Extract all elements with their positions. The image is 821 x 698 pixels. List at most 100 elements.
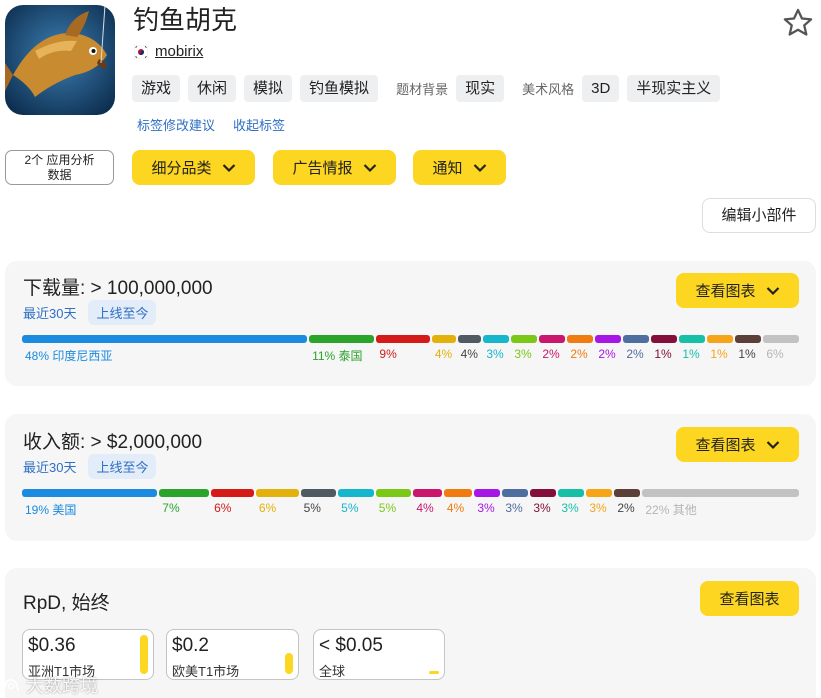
app-analysis-label: 2个 应用分析 (24, 153, 95, 167)
share-segment (707, 335, 734, 343)
share-label: 1% (654, 347, 672, 361)
watermark-logo-icon (3, 678, 19, 692)
rpd-label: 欧美T1市场 (172, 664, 240, 679)
share-segment (679, 335, 706, 343)
view-chart-button[interactable]: 查看图表 (676, 273, 799, 308)
share-segment (375, 489, 412, 497)
revenue-card: 收入额: > $2,000,000 最近30天 上线至今 查看图表 19% 美国… (5, 414, 816, 541)
share-label: 7% (162, 501, 180, 515)
downloads-title: 下载量: > 100,000,000 (23, 278, 213, 299)
revenue-share-bar: 19% 美国 7% 6% 6% 5% 5% 5% 4% 4% 3% 3% 3% 3% 3% 2% 22% 其他 (22, 489, 799, 519)
tag-genre[interactable]: 游戏 (132, 75, 181, 102)
share-label: 4% (434, 347, 453, 361)
app-analysis-label: 数据 (47, 168, 72, 182)
share-label: 3% (477, 501, 495, 515)
share-label: 4% (446, 501, 465, 515)
share-label: 2% (626, 347, 644, 361)
share-segment (586, 489, 613, 497)
share-label: 1% (738, 347, 756, 361)
share-segment (614, 489, 641, 497)
favorite-star-icon[interactable] (781, 6, 815, 40)
notify-label: 通知 (432, 160, 463, 177)
rpd-value: $0.2 (172, 635, 209, 656)
subcategory-label: 细分品类 (151, 160, 212, 177)
developer: mobirix (133, 43, 203, 60)
share-segment (300, 489, 337, 497)
rpd-level-indicator (140, 635, 148, 674)
notify-dropdown[interactable]: 通知 (413, 150, 506, 185)
share-segment (211, 489, 254, 497)
share-segment (309, 335, 375, 343)
tag-genre[interactable]: 模拟 (244, 75, 293, 102)
share-label: 3% (533, 501, 551, 515)
subcategory-dropdown[interactable]: 细分品类 (132, 150, 255, 185)
share-label: 2% (617, 501, 635, 515)
app-icon (5, 5, 115, 115)
style-label: 美术风格 (522, 82, 575, 97)
rpd-label: 全球 (319, 664, 346, 679)
share-label: 6% (214, 501, 232, 515)
tag-genre[interactable]: 休闲 (188, 75, 237, 102)
share-segment (483, 335, 510, 343)
edit-widget-button[interactable]: 编辑小部件 (702, 198, 816, 233)
ad-intel-dropdown[interactable]: 广告情报 (273, 150, 396, 185)
view-chart-button[interactable]: 查看图表 (700, 581, 799, 616)
tag-style[interactable]: 半现实主义 (627, 75, 721, 102)
rpd-title: RpD, 始终 (23, 593, 110, 614)
view-chart-label: 查看图表 (695, 283, 756, 300)
share-label: 2% (570, 347, 588, 361)
share-label: 19% 美国 (25, 503, 77, 517)
share-label: 6% (258, 501, 277, 515)
share-segment (413, 489, 442, 497)
share-segment (539, 335, 566, 343)
share-label: 3% (589, 501, 607, 515)
share-segment (763, 335, 799, 343)
theme-label: 题材背景 (396, 82, 449, 97)
share-segment (431, 335, 456, 343)
share-label: 1% (682, 347, 700, 361)
share-label: 6% (766, 347, 784, 361)
share-label: 5% (303, 501, 321, 515)
share-segment (558, 489, 585, 497)
share-segment (642, 489, 799, 497)
view-chart-button[interactable]: 查看图表 (676, 427, 799, 462)
kr-flag-icon (133, 44, 149, 59)
segment-row (22, 489, 799, 497)
revenue-title: 收入额: > $2,000,000 (23, 432, 203, 453)
developer-link[interactable]: mobirix (155, 43, 203, 60)
rpd-value: < $0.05 (319, 635, 383, 656)
share-label: 5% (341, 501, 359, 515)
rpd-box-west-t1: $0.2 欧美T1市场 (166, 629, 299, 680)
period-since-launch[interactable]: 上线至今 (88, 454, 157, 479)
revenue-period: 最近30天 上线至今 (23, 454, 157, 479)
period-since-launch[interactable]: 上线至今 (88, 300, 157, 325)
watermark: 大数跨境 (2, 672, 98, 698)
share-segment (22, 335, 308, 343)
share-segment (376, 335, 430, 343)
collapse-tags-link[interactable]: 收起标签 (233, 115, 285, 134)
period-last-30-days[interactable]: 最近30天 (23, 303, 76, 322)
chevron-down-icon (766, 440, 779, 449)
chevron-down-icon (222, 163, 235, 172)
share-label: 3% (561, 501, 579, 515)
rpd-level-indicator (429, 671, 439, 674)
share-label: 9% (379, 347, 397, 361)
share-label: 2% (598, 347, 616, 361)
share-segment (255, 489, 299, 497)
tag-style[interactable]: 3D (582, 75, 620, 102)
app-title: 钓鱼胡克 (133, 5, 238, 35)
period-last-30-days[interactable]: 最近30天 (23, 457, 76, 476)
tag-genre[interactable]: 钓鱼模拟 (300, 75, 379, 102)
app-analysis-button[interactable]: 2个 应用分析 数据 (5, 150, 114, 185)
share-label: 3% (505, 501, 523, 515)
suggest-tag-edit-link[interactable]: 标签修改建议 (137, 115, 215, 134)
share-label: 1% (710, 347, 728, 361)
rpd-level-indicator (285, 653, 293, 674)
tag-links: 标签修改建议 收起标签 (137, 115, 285, 134)
downloads-card: 下载量: > 100,000,000 最近30天 上线至今 查看图表 48% 印… (5, 261, 816, 386)
tag-theme[interactable]: 现实 (456, 75, 505, 102)
share-segment (651, 335, 678, 343)
share-label: 48% 印度尼西亚 (25, 349, 113, 363)
share-segment (595, 335, 622, 343)
view-chart-label: 查看图表 (695, 437, 756, 454)
